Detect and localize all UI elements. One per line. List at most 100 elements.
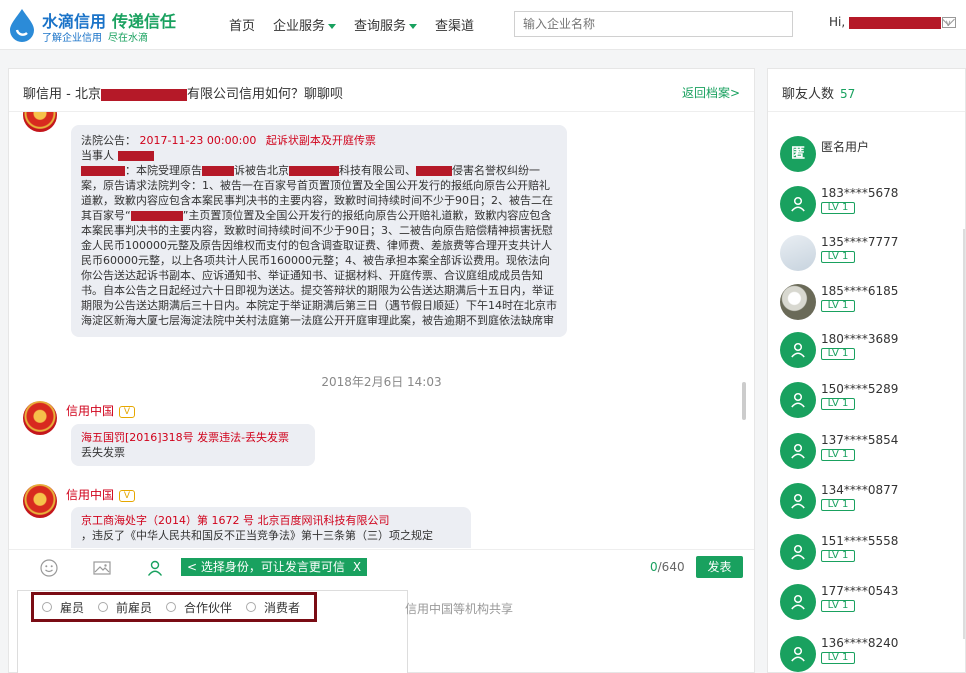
avatar[interactable]	[780, 235, 816, 271]
member-item[interactable]: 135****7777 LV 1	[780, 235, 960, 275]
national-emblem-avatar	[23, 401, 57, 435]
nav-channels-label: 查渠道	[435, 19, 475, 34]
emoji-icon[interactable]	[40, 559, 58, 577]
penalty-link[interactable]: 海五国罚[2016]318号 发票违法-丢失发票	[81, 430, 305, 445]
person-icon	[791, 443, 805, 459]
user-menu[interactable]: Hi, ∨	[829, 15, 951, 29]
message-bubble: 法院公告： 2017-11-23 00:00:00 起诉状副本及开庭传票 当事人…	[71, 125, 567, 337]
mail-icon[interactable]	[942, 17, 956, 28]
chevron-down-icon	[409, 24, 418, 29]
nav-enterprise-services[interactable]: 企业服务	[273, 15, 337, 34]
role-label: 合作伙伴	[184, 600, 233, 615]
avatar[interactable]	[780, 636, 816, 672]
char-count-current: 0	[650, 560, 658, 574]
member-name[interactable]: 匿名用户	[821, 138, 869, 155]
level-badge: LV 1	[821, 550, 855, 562]
role-employee[interactable]: 雇员	[42, 599, 84, 616]
verified-badge: V	[119, 489, 136, 502]
role-label: 雇员	[60, 600, 85, 615]
national-emblem-avatar	[23, 484, 57, 518]
member-name[interactable]: 135****7777	[821, 235, 898, 249]
nav-channels[interactable]: 查渠道	[435, 15, 474, 34]
message-list[interactable]: 法院公告： 2017-11-23 00:00:00 起诉状副本及开庭传票 当事人…	[9, 112, 754, 548]
avatar[interactable]	[780, 186, 816, 222]
member-name[interactable]: 151****5558	[821, 534, 898, 548]
person-icon	[791, 594, 805, 610]
radio-button[interactable]	[42, 602, 52, 612]
send-button[interactable]: 发表	[696, 556, 743, 578]
member-item[interactable]: 180****3689 LV 1	[780, 332, 960, 372]
member-item[interactable]: 177****0543 LV 1	[780, 584, 960, 624]
level-badge: LV 1	[821, 398, 855, 410]
radio-button[interactable]	[166, 602, 177, 612]
logo-sub-accent-text: 尽在水滴	[108, 33, 148, 44]
redacted-plaintiff	[202, 166, 234, 176]
person-icon	[791, 493, 805, 509]
member-name[interactable]: 136****8240	[821, 636, 898, 650]
avatar[interactable]	[780, 483, 816, 519]
site-logo[interactable]: 水滴信用 传递信任 了解企业信用 尽在水滴	[8, 6, 198, 44]
back-to-profile-link[interactable]: 返回档案>	[682, 84, 740, 101]
member-item[interactable]: 134****0877 LV 1	[780, 483, 960, 523]
member-name[interactable]: 137****5854	[821, 433, 898, 447]
chat-scrollbar[interactable]	[742, 382, 746, 420]
company-search-input[interactable]	[514, 11, 793, 37]
member-item[interactable]: 136****8240 LV 1	[780, 636, 960, 672]
person-icon	[791, 646, 805, 662]
member-name[interactable]: 177****0543	[821, 584, 898, 598]
avatar[interactable]	[780, 284, 816, 320]
notice-type: 起诉状副本及开庭传票	[265, 134, 376, 147]
member-item[interactable]: 150****5289 LV 1	[780, 382, 960, 422]
avatar[interactable]	[780, 382, 816, 418]
member-name[interactable]: 185****6185	[821, 284, 898, 298]
member-name[interactable]: 183****5678	[821, 186, 898, 200]
title-suffix: 有限公司信用如何？聊聊呗	[186, 87, 343, 102]
redacted-party	[117, 151, 154, 161]
member-item[interactable]: 匿匿名用户	[780, 136, 960, 176]
chevron-down-icon	[328, 24, 337, 29]
close-icon[interactable]: X	[353, 560, 361, 574]
message-timestamp: 2018年2月6日 14:03	[321, 375, 442, 389]
sender-label: 信用中国	[66, 488, 115, 502]
main-nav: 首页 企业服务 查询服务 查渠道	[229, 15, 492, 34]
member-name[interactable]: 150****5289	[821, 382, 898, 396]
member-item[interactable]: 183****5678 LV 1	[780, 186, 960, 226]
avatar[interactable]	[780, 433, 816, 469]
members-title-label: 聊友人数	[782, 87, 835, 102]
identity-tip[interactable]: < 选择身份，可让发言更可信 X	[181, 558, 368, 576]
role-former-employee[interactable]: 前雇员	[98, 599, 152, 616]
chat-panel: 聊信用 - 北京 有限公司信用如何？聊聊呗 返回档案> 法院公告： 2017-11…	[8, 68, 755, 673]
radio-button[interactable]	[246, 602, 257, 612]
role-consumer[interactable]: 消费者	[246, 599, 300, 616]
identity-icon[interactable]	[146, 559, 164, 577]
title-prefix: 聊信用 - 北京	[23, 87, 101, 102]
page-title: 聊信用 - 北京 有限公司信用如何？聊聊呗	[23, 83, 343, 102]
members-title: 聊友人数 57	[782, 83, 855, 102]
role-partner[interactable]: 合作伙伴	[166, 599, 232, 616]
avatar[interactable]	[780, 332, 816, 368]
level-badge: LV 1	[821, 652, 855, 664]
avatar[interactable]	[780, 584, 816, 620]
member-name[interactable]: 180****3689	[821, 332, 898, 346]
notice-body: ：本院受理原告 诉被告北京 科技有限公司、 侵害名誉权纠纷一案，原告请求法院判令：1、…	[81, 163, 557, 329]
avatar[interactable]: 匿	[780, 136, 816, 172]
notice-body-1: ：本院受理原告	[125, 164, 202, 177]
textarea-hint: 信用中国等机构共享	[405, 602, 514, 616]
member-item[interactable]: 185****6185 LV 1	[780, 284, 960, 324]
avatar[interactable]	[780, 534, 816, 570]
level-badge: LV 1	[821, 251, 855, 263]
member-item[interactable]: 151****5558 LV 1	[780, 534, 960, 574]
redacted-defendant-2	[416, 166, 452, 176]
members-count: 57	[840, 87, 856, 101]
water-drop-icon	[10, 9, 34, 42]
party-label: 当事人	[81, 149, 114, 162]
nav-query-services[interactable]: 查询服务	[354, 15, 418, 34]
image-icon[interactable]	[93, 559, 111, 577]
role-label: 消费者	[264, 600, 301, 615]
member-name[interactable]: 134****0877	[821, 483, 898, 497]
composer-toolbar: < 选择身份，可让发言更可信 X 0/640 发表	[9, 549, 754, 585]
member-item[interactable]: 137****5854 LV 1	[780, 433, 960, 473]
radio-button[interactable]	[98, 602, 109, 612]
penalty-link[interactable]: 京工商海处字（2014）第 1672 号 北京百度网讯科技有限公司	[81, 513, 461, 528]
nav-home[interactable]: 首页	[229, 15, 255, 34]
